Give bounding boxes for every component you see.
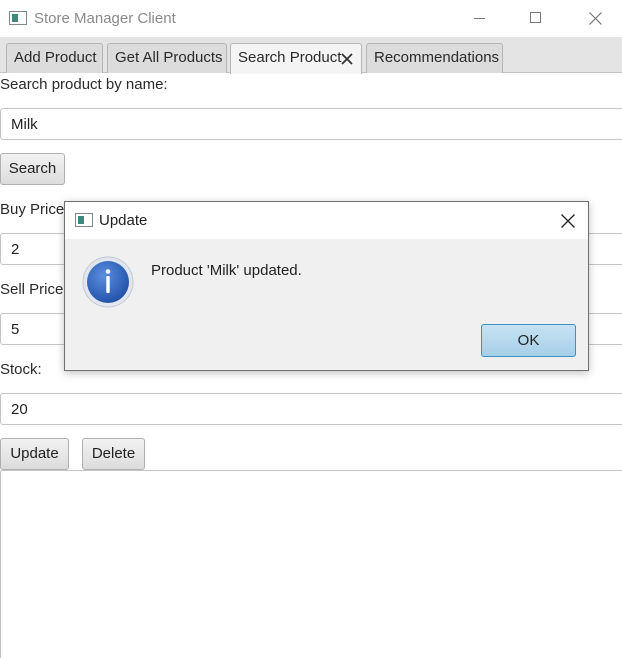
search-input[interactable]: Milk xyxy=(0,108,622,140)
dialog-titlebar[interactable]: Update xyxy=(65,202,588,239)
output-text-area[interactable] xyxy=(0,470,622,658)
tab-label: Search Product xyxy=(238,49,342,66)
delete-button[interactable]: Delete xyxy=(82,438,145,470)
close-icon xyxy=(561,214,575,228)
tab-add-product[interactable]: Add Product xyxy=(6,43,103,73)
tab-label: Add Product xyxy=(14,49,97,66)
window-titlebar[interactable]: Store Manager Client xyxy=(0,0,622,37)
tab-close-icon[interactable] xyxy=(341,53,353,65)
close-button[interactable] xyxy=(572,0,618,37)
minimize-icon xyxy=(474,18,485,19)
tab-recommendations[interactable]: Recommendations xyxy=(366,43,503,73)
stock-label: Stock: xyxy=(0,361,42,378)
minimize-button[interactable] xyxy=(456,0,502,37)
search-button[interactable]: Search xyxy=(0,153,65,185)
app-icon xyxy=(9,11,27,25)
dialog-title: Update xyxy=(99,212,148,229)
tab-bar: Add Product Get All Products Search Prod… xyxy=(0,37,622,74)
search-label: Search product by name: xyxy=(0,76,168,93)
tab-get-all-products[interactable]: Get All Products xyxy=(107,43,227,73)
maximize-icon xyxy=(530,12,541,23)
update-button[interactable]: Update xyxy=(0,438,69,470)
close-icon xyxy=(589,12,602,25)
stock-input[interactable]: 20 xyxy=(0,393,622,425)
tab-label: Recommendations xyxy=(374,49,500,66)
ok-button[interactable]: OK xyxy=(481,324,576,357)
dialog-close-button[interactable] xyxy=(548,202,588,239)
tab-label: Get All Products xyxy=(115,49,223,66)
info-icon xyxy=(82,256,134,308)
app-icon xyxy=(75,213,93,227)
update-dialog: Update Product 'Milk' updated. OK xyxy=(64,201,589,371)
tab-search-product[interactable]: Search Product xyxy=(230,43,362,74)
buy-price-label: Buy Price: xyxy=(0,201,69,218)
window-title: Store Manager Client xyxy=(34,10,176,27)
maximize-button[interactable] xyxy=(512,0,558,37)
dialog-message: Product 'Milk' updated. xyxy=(151,262,302,279)
sell-price-label: Sell Price: xyxy=(0,281,68,298)
